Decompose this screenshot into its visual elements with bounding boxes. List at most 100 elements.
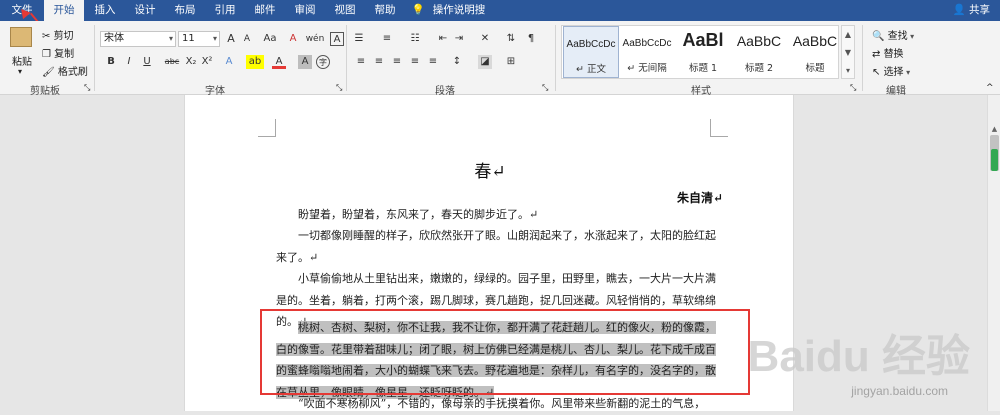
font-name-combo[interactable]: 宋体 ▾: [100, 31, 176, 47]
baidu-watermark-url: jingyan.baidu.com: [851, 384, 948, 398]
ribbon-tab-bar: 文件 开始 插入 设计 布局 引用 邮件 审阅 视图 帮助 💡 操作说明搜索 👤…: [0, 0, 1000, 37]
superscript-button[interactable]: X²: [200, 55, 214, 69]
font-size-combo[interactable]: 11 ▾: [178, 31, 220, 47]
enclose-char-icon[interactable]: 字: [316, 55, 330, 69]
highlight-color-icon[interactable]: ab: [246, 55, 264, 69]
align-left-icon[interactable]: ≡: [354, 55, 368, 69]
margin-mark-top-left: [258, 119, 276, 137]
tab-view[interactable]: 视图: [326, 0, 364, 21]
shrink-font-icon[interactable]: A: [240, 32, 254, 46]
bold-button[interactable]: B: [104, 55, 118, 69]
group-separator: [862, 25, 863, 91]
chevron-down-icon: ▾: [168, 34, 173, 43]
replace-button[interactable]: ⇄ 替换: [872, 45, 904, 60]
document-title: 春↵: [474, 162, 506, 182]
bullets-icon[interactable]: ☰: [352, 32, 366, 46]
ribbon-home: 粘贴 ▾ ✂ 剪切 ❐ 复制 🖌 格式刷 剪贴板 ⤡ 宋体 ▾ 11 ▾ A A A…: [0, 21, 1000, 97]
underline-button[interactable]: U: [140, 55, 154, 69]
collapse-ribbon-icon[interactable]: ^: [986, 83, 994, 93]
select-button[interactable]: ↖ 选择 ▾: [872, 63, 910, 78]
change-case-icon[interactable]: Aa: [260, 32, 280, 46]
share-button[interactable]: 👤 共享: [953, 0, 990, 21]
strikethrough-button[interactable]: abc: [162, 55, 182, 69]
cut-button[interactable]: ✂ 剪切: [42, 27, 74, 42]
italic-button[interactable]: I: [122, 55, 136, 69]
justify-icon[interactable]: ≡: [408, 55, 422, 69]
distributed-icon[interactable]: ≡: [426, 55, 440, 69]
line-spacing-icon[interactable]: ↕: [450, 55, 464, 69]
group-separator: [555, 25, 556, 91]
baidu-watermark-logo: Baidu 经验: [747, 332, 970, 381]
vertical-scrollbar[interactable]: ▲: [987, 95, 1000, 411]
chevron-down-icon: ▾: [212, 34, 217, 43]
paragraph: “吹面不寒杨柳风”，不错的，像母亲的手抚摸着你。风里带来些新翻的泥土的气息，: [298, 397, 706, 410]
chevron-up-icon[interactable]: ▲: [842, 26, 854, 44]
multilevel-list-icon[interactable]: ☷: [408, 32, 422, 46]
annotation-highlight-box: [260, 309, 750, 395]
scroll-up-icon[interactable]: ▲: [988, 125, 1000, 133]
paragraph: 盼望着，盼望着，东风来了，春天的脚步近了。↵: [298, 208, 539, 221]
group-separator: [346, 25, 347, 91]
phonetic-guide-icon[interactable]: wén: [304, 32, 326, 46]
align-center-icon[interactable]: ≡: [372, 55, 386, 69]
font-color-icon[interactable]: A: [272, 55, 286, 69]
char-border-icon[interactable]: A: [330, 32, 344, 46]
tab-references[interactable]: 引用: [206, 0, 244, 21]
paragraph: 一切都像刚睡醒的样子，欣欣然张开了眼。山朗润起来了，水涨起来了，太阳的脸红起来了…: [276, 229, 716, 264]
find-button[interactable]: 🔍 查找 ▾: [872, 27, 914, 42]
show-marks-icon[interactable]: ¶: [524, 32, 538, 46]
format-painter-button[interactable]: 🖌 格式刷: [42, 63, 88, 78]
replace-icon: ⇄: [872, 49, 884, 60]
clear-format-icon[interactable]: A: [286, 32, 300, 46]
style-normal[interactable]: AaBbCcDc ↵ 正文: [563, 26, 619, 78]
person-icon: 👤: [952, 4, 969, 16]
chevron-down-icon[interactable]: ▼: [842, 44, 854, 62]
cursor-icon: ↖: [872, 67, 884, 78]
increase-indent-icon[interactable]: ⇥: [452, 32, 466, 46]
sort-icon[interactable]: ⇅: [504, 32, 518, 46]
group-separator: [94, 25, 95, 91]
dialog-launcher-icon[interactable]: ⤡: [336, 83, 342, 93]
tell-me-search[interactable]: 操作说明搜索: [428, 0, 490, 37]
search-icon: 🔍: [872, 31, 888, 42]
style-heading-1[interactable]: AaBl 标题 1: [675, 26, 731, 78]
style-heading-2[interactable]: AaBbC 标题 2: [731, 26, 787, 78]
styles-gallery: AaBbCcDc ↵ 正文 AaBbCcDc ↵ 无间隔 AaBl 标题 1 A…: [561, 25, 839, 79]
dialog-launcher-icon[interactable]: ⤡: [84, 83, 90, 93]
scissors-icon: ✂: [42, 31, 54, 42]
numbering-icon[interactable]: ≡: [380, 32, 394, 46]
clipboard-group-label: 剪贴板: [30, 86, 60, 97]
brush-icon: 🖌: [42, 67, 58, 78]
style-title[interactable]: AaBbC 标题: [787, 26, 843, 78]
paste-icon[interactable]: [10, 27, 32, 47]
margin-mark-top-right: [710, 119, 728, 137]
dialog-launcher-icon[interactable]: ⤡: [850, 83, 856, 93]
tab-review[interactable]: 审阅: [286, 0, 324, 21]
borders-icon[interactable]: ⊞: [504, 55, 518, 69]
more-icon[interactable]: ▾: [842, 62, 854, 80]
editing-group-label: 编辑: [886, 86, 906, 97]
paste-button[interactable]: 粘贴: [12, 53, 32, 68]
subscript-button[interactable]: X₂: [184, 55, 198, 69]
dialog-launcher-icon[interactable]: ⤡: [542, 83, 548, 93]
tab-layout[interactable]: 布局: [166, 0, 204, 21]
tab-home[interactable]: 开始: [44, 0, 84, 21]
tab-insert[interactable]: 插入: [86, 0, 124, 21]
copy-icon: ❐: [42, 49, 55, 60]
chinese-layout-icon[interactable]: ✕: [478, 32, 492, 46]
text-effects-icon[interactable]: A: [222, 55, 236, 69]
styles-scroll[interactable]: ▲ ▼ ▾: [841, 25, 855, 79]
grow-font-icon[interactable]: A: [224, 32, 238, 46]
tab-design[interactable]: 设计: [126, 0, 164, 21]
lightbulb-icon: 💡: [411, 4, 425, 16]
decrease-indent-icon[interactable]: ⇤: [436, 32, 450, 46]
char-shading-icon[interactable]: A: [298, 55, 312, 69]
tab-mailings[interactable]: 邮件: [246, 0, 284, 21]
tab-help[interactable]: 帮助: [366, 0, 404, 21]
style-no-spacing[interactable]: AaBbCcDc ↵ 无间隔: [619, 26, 675, 78]
align-right-icon[interactable]: ≡: [390, 55, 404, 69]
paste-dropdown-icon[interactable]: ▾: [18, 67, 22, 76]
copy-button[interactable]: ❐ 复制: [42, 45, 74, 60]
paragraph-shading-icon[interactable]: ◪: [478, 55, 492, 69]
scroll-position-marker: [991, 149, 998, 171]
